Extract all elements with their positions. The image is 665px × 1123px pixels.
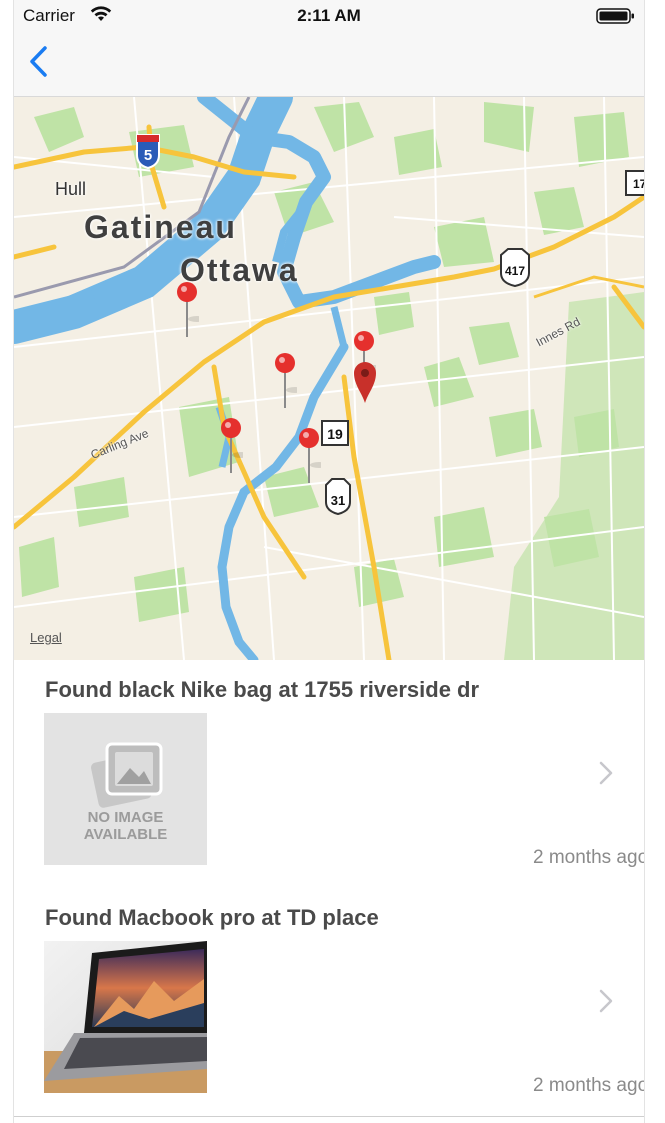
no-image-placeholder: NO IMAGE AVAILABLE: [44, 713, 207, 865]
map-pin-1[interactable]: [175, 281, 199, 337]
laptop-photo: [44, 941, 207, 1093]
highway-417-shield-icon: 417: [500, 248, 530, 287]
map-view[interactable]: Gatineau Ottawa Hull Carling Ave Innes R…: [14, 97, 644, 660]
laptop-image: [44, 941, 207, 1093]
map-pin-2[interactable]: [273, 352, 297, 408]
map-legal-link[interactable]: Legal: [30, 630, 62, 645]
app-screen: Carrier 2:11 AM Gatineau Ottawa Hull Car…: [13, 0, 645, 1123]
item-date: 2 months ago: [533, 847, 645, 868]
navigation-bar: [14, 32, 644, 97]
chevron-right-icon: [599, 761, 613, 785]
chevron-right-icon: [599, 989, 613, 1013]
shield-label-19: 19: [327, 426, 343, 442]
battery-icon: [596, 7, 636, 30]
map-label-hull: Hull: [55, 179, 87, 199]
shield-label-417: 417: [505, 264, 525, 278]
item-title: Found black Nike bag at 1755 riverside d…: [45, 677, 480, 702]
item-date: 2 months ago: [533, 1075, 645, 1096]
map-base: [14, 97, 644, 660]
map-pin-4[interactable]: [219, 417, 243, 473]
no-image-label: NO IMAGE AVAILABLE: [83, 809, 168, 843]
status-bar: Carrier 2:11 AM: [14, 0, 644, 32]
shield-label-5: 5: [144, 147, 152, 164]
map-label-gatineau: Gatineau: [84, 209, 237, 245]
highway-edge-shield-icon: 17: [625, 170, 644, 196]
selected-location-pin-icon[interactable]: [352, 360, 378, 404]
shield-label-edge: 17: [633, 177, 644, 191]
highway-19-shield-icon: 19: [321, 420, 349, 446]
list-item[interactable]: Found Macbook pro at TD place 2 months a…: [14, 888, 644, 1117]
clock-label: 2:11 AM: [297, 6, 361, 25]
highway-31-shield-icon: 31: [325, 478, 351, 515]
back-button[interactable]: [24, 44, 54, 80]
shield-label-31: 31: [331, 493, 345, 508]
interstate-5-shield-icon: 5: [136, 134, 160, 169]
map-pin-5[interactable]: [297, 427, 321, 483]
list-item[interactable]: Found black Nike bag at 1755 riverside d…: [14, 660, 644, 889]
chevron-left-icon: [30, 46, 47, 77]
item-title: Found Macbook pro at TD place: [45, 905, 379, 930]
